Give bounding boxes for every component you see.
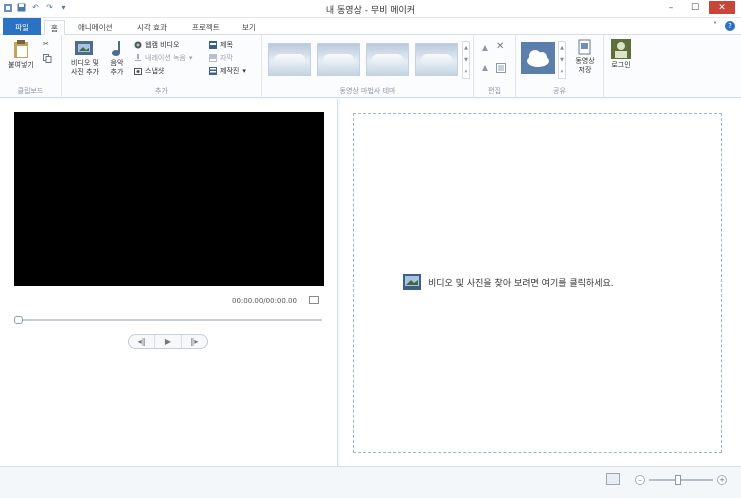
share-gallery-scroll[interactable]: ▲ ▼ ▾ xyxy=(558,41,566,79)
select-all-icon[interactable] xyxy=(496,63,506,76)
add-media-label-1: 비디오 및 xyxy=(71,59,99,67)
play-icon[interactable]: ▶ xyxy=(155,335,182,348)
rotate-right-icon[interactable] xyxy=(480,63,490,76)
zoom-slider-thumb[interactable] xyxy=(675,475,681,485)
save-movie-label-2: 저장 xyxy=(578,66,592,74)
narration-button[interactable]: 내레이션 녹음 ▾ xyxy=(134,53,192,63)
split-preview-icon[interactable] xyxy=(309,296,319,304)
thumbnail-size-icon[interactable] xyxy=(606,473,620,485)
signin-button[interactable]: 로그인 xyxy=(607,39,635,70)
save-movie-label-1: 동영상 xyxy=(575,57,595,65)
paste-label: 붙여넣기 xyxy=(8,61,34,69)
title-bar: ↶ ↷ ▾ 내 동영상 - 무비 메이커 – ☐ ✕ xyxy=(0,0,741,18)
group-label-add: 추가 xyxy=(155,87,168,95)
seek-bar[interactable] xyxy=(14,319,322,321)
film-photo-icon xyxy=(75,41,93,55)
cloud-icon xyxy=(521,42,555,74)
storyboard-message-text: 비디오 및 사진을 찾아 보려면 여기를 클릭하세요. xyxy=(428,278,614,289)
add-media-label-2: 사진 추가 xyxy=(71,68,99,76)
theme-pan-zoom[interactable] xyxy=(415,43,458,76)
tab-visual-effects[interactable]: 시각 효과 xyxy=(131,20,173,35)
title-label: 제목 xyxy=(220,41,233,49)
theme-default[interactable] xyxy=(268,43,311,76)
maximize-icon[interactable]: ☐ xyxy=(685,1,705,14)
caption-icon xyxy=(209,54,217,62)
video-preview[interactable] xyxy=(14,112,324,286)
webcam-button[interactable]: 웹캠 비디오 xyxy=(134,40,179,50)
ribbon: 붙여넣기 ✂ 클립보드 비디오 및 사진 추가 음악 추가 웹캠 비디오 내레이… xyxy=(0,35,741,98)
snapshot-icon xyxy=(134,67,142,75)
add-media-icon xyxy=(403,274,421,290)
chevron-down-icon: ▾ xyxy=(242,67,246,75)
signin-label: 로그인 xyxy=(611,61,631,69)
add-music-button[interactable]: 음악 추가 xyxy=(106,39,128,77)
group-editing: ✕ 편집 xyxy=(474,35,516,98)
storyboard-message[interactable]: 비디오 및 사진을 찾아 보려면 여기를 클릭하세요. xyxy=(402,273,614,291)
remove-icon[interactable]: ✕ xyxy=(496,42,504,52)
tab-view[interactable]: 보기 xyxy=(236,20,262,35)
close-icon[interactable]: ✕ xyxy=(709,1,735,14)
group-label-themes: 동영상 마법사 테마 xyxy=(339,87,396,95)
tab-file[interactable]: 파일 xyxy=(3,18,41,35)
music-label-2: 추가 xyxy=(110,68,124,76)
save-movie-button[interactable]: 동영상 저장 xyxy=(570,39,600,75)
user-icon xyxy=(611,39,631,59)
group-share: ▲ ▼ ▾ 동영상 저장 공유 xyxy=(516,35,604,98)
copy-icon[interactable] xyxy=(43,54,52,66)
previous-frame-icon[interactable]: ◂‖ xyxy=(129,335,156,348)
group-label-clipboard: 클립보드 xyxy=(17,87,44,95)
group-signin: 로그인 xyxy=(604,35,638,98)
paste-icon xyxy=(14,40,28,58)
title-icon xyxy=(209,41,217,49)
window-title: 내 동영상 - 무비 메이커 xyxy=(325,6,416,16)
music-label-1: 음악 xyxy=(110,59,124,67)
theme-gallery-scroll[interactable]: ▲ ▼ ▾ xyxy=(462,41,470,79)
caption-label: 자막 xyxy=(220,54,233,62)
help-icon[interactable]: ? xyxy=(725,21,735,31)
snapshot-button[interactable]: 스냅샷 xyxy=(134,66,164,76)
narration-label: 내레이션 녹음 xyxy=(145,54,186,62)
cut-icon[interactable]: ✂ xyxy=(43,40,49,49)
group-clipboard: 붙여넣기 ✂ 클립보드 xyxy=(0,35,62,98)
zoom-out-button[interactable]: – xyxy=(635,475,645,485)
group-label-editing: 편집 xyxy=(488,87,501,95)
tab-animation[interactable]: 애니메이션 xyxy=(72,20,119,35)
credits-icon xyxy=(209,67,217,75)
group-label-share: 공유 xyxy=(553,87,566,95)
playback-controls: ◂‖ ▶ ‖▸ xyxy=(128,334,208,349)
rotate-left-icon[interactable] xyxy=(480,43,490,56)
webcam-icon xyxy=(134,41,142,49)
add-media-button[interactable]: 비디오 및 사진 추가 xyxy=(65,39,105,77)
zoom-slider[interactable] xyxy=(649,475,713,485)
status-bar: – + xyxy=(0,466,741,498)
save-movie-icon xyxy=(578,39,591,55)
ribbon-collapse-icon[interactable]: ˄ xyxy=(713,21,717,31)
minimize-icon[interactable]: – xyxy=(661,1,681,14)
next-frame-icon[interactable]: ‖▸ xyxy=(182,335,207,348)
theme-contemporary[interactable] xyxy=(317,43,360,76)
chevron-down-icon: ▾ xyxy=(188,54,193,62)
seek-thumb[interactable] xyxy=(14,316,23,324)
ribbon-tabs: 파일 홈 애니메이션 시각 효과 프로젝트 보기 ˄ ? xyxy=(0,18,741,35)
group-add: 비디오 및 사진 추가 음악 추가 웹캠 비디오 내레이션 녹음 ▾ 스냅샷 제… xyxy=(62,35,262,98)
group-autotheme: ▲ ▼ ▾ 동영상 마법사 테마 xyxy=(262,35,474,98)
music-note-icon xyxy=(112,41,120,56)
theme-fade[interactable] xyxy=(366,43,409,76)
title-button[interactable]: 제목 xyxy=(209,40,233,50)
zoom-control: – + xyxy=(635,475,727,485)
caption-button[interactable]: 자막 xyxy=(209,53,233,63)
tab-project[interactable]: 프로젝트 xyxy=(186,20,226,35)
credits-label: 제작진 xyxy=(220,67,240,75)
credits-button[interactable]: 제작진 ▾ xyxy=(209,66,246,76)
zoom-in-button[interactable]: + xyxy=(717,475,727,485)
snapshot-label: 스냅샷 xyxy=(145,67,165,75)
tab-home[interactable]: 홈 xyxy=(44,20,65,35)
paste-button[interactable]: 붙여넣기 xyxy=(4,39,38,70)
onedrive-share-button[interactable] xyxy=(521,42,555,77)
timecode: 00:00.00/00:00.00 xyxy=(232,297,297,305)
microphone-icon xyxy=(134,54,142,62)
webcam-label: 웹캠 비디오 xyxy=(145,41,180,49)
